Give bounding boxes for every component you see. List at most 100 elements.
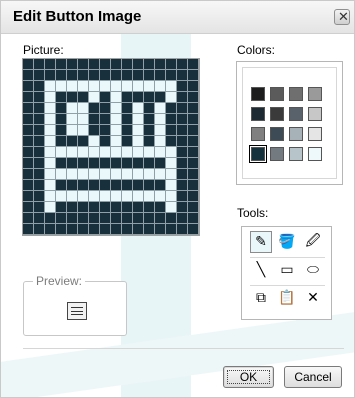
color-swatch[interactable] — [289, 87, 303, 101]
pixel-cell[interactable] — [144, 224, 155, 235]
pixel-cell[interactable] — [34, 114, 45, 125]
pixel-cell[interactable] — [89, 191, 100, 202]
pixel-cell[interactable] — [188, 158, 199, 169]
pixel-cell[interactable] — [122, 158, 133, 169]
pixel-cell[interactable] — [133, 180, 144, 191]
pixel-cell[interactable] — [155, 191, 166, 202]
pixel-cell[interactable] — [67, 224, 78, 235]
pixel-cell[interactable] — [56, 136, 67, 147]
pixel-cell[interactable] — [122, 202, 133, 213]
pixel-cell[interactable] — [177, 103, 188, 114]
pixel-cell[interactable] — [188, 70, 199, 81]
pixel-cell[interactable] — [144, 103, 155, 114]
pixel-cell[interactable] — [89, 103, 100, 114]
color-swatch[interactable] — [270, 107, 284, 121]
pixel-cell[interactable] — [45, 224, 56, 235]
pixel-cell[interactable] — [122, 125, 133, 136]
pixel-cell[interactable] — [67, 169, 78, 180]
copy-tool-button[interactable]: ⧉ — [250, 287, 272, 309]
pixel-cell[interactable] — [100, 213, 111, 224]
ok-button[interactable]: OK — [223, 366, 274, 388]
picture-editor[interactable] — [22, 58, 200, 236]
pixel-cell[interactable] — [34, 70, 45, 81]
pixel-cell[interactable] — [100, 169, 111, 180]
pixel-cell[interactable] — [67, 158, 78, 169]
pixel-cell[interactable] — [155, 59, 166, 70]
pixel-cell[interactable] — [166, 81, 177, 92]
pixel-cell[interactable] — [111, 103, 122, 114]
pixel-cell[interactable] — [45, 180, 56, 191]
pixel-cell[interactable] — [111, 224, 122, 235]
pixel-cell[interactable] — [188, 92, 199, 103]
pixel-cell[interactable] — [111, 180, 122, 191]
pixel-cell[interactable] — [144, 59, 155, 70]
pixel-cell[interactable] — [89, 59, 100, 70]
pixel-cell[interactable] — [122, 191, 133, 202]
pixel-cell[interactable] — [45, 59, 56, 70]
pixel-cell[interactable] — [166, 92, 177, 103]
ellipse-tool-button[interactable]: ⬭ — [302, 259, 324, 281]
pixel-cell[interactable] — [122, 59, 133, 70]
pixel-cell[interactable] — [67, 213, 78, 224]
pixel-cell[interactable] — [34, 213, 45, 224]
color-swatch[interactable] — [251, 107, 265, 121]
pixel-cell[interactable] — [100, 81, 111, 92]
pixel-cell[interactable] — [122, 81, 133, 92]
pixel-cell[interactable] — [111, 202, 122, 213]
pixel-cell[interactable] — [111, 125, 122, 136]
rectangle-tool-button[interactable]: ▭ — [276, 259, 298, 281]
pixel-cell[interactable] — [177, 191, 188, 202]
pixel-cell[interactable] — [133, 103, 144, 114]
pixel-cell[interactable] — [56, 202, 67, 213]
pixel-cell[interactable] — [34, 180, 45, 191]
pixel-cell[interactable] — [133, 114, 144, 125]
pixel-cell[interactable] — [111, 114, 122, 125]
pixel-cell[interactable] — [23, 70, 34, 81]
pixel-cell[interactable] — [56, 114, 67, 125]
pixel-cell[interactable] — [166, 103, 177, 114]
color-swatch[interactable] — [308, 147, 322, 161]
pixel-cell[interactable] — [78, 103, 89, 114]
pixel-cell[interactable] — [122, 92, 133, 103]
pixel-cell[interactable] — [100, 147, 111, 158]
pixel-cell[interactable] — [89, 169, 100, 180]
pixel-cell[interactable] — [67, 81, 78, 92]
pixel-cell[interactable] — [177, 92, 188, 103]
pixel-cell[interactable] — [122, 114, 133, 125]
pixel-cell[interactable] — [78, 81, 89, 92]
pixel-cell[interactable] — [111, 81, 122, 92]
pixel-cell[interactable] — [188, 213, 199, 224]
pixel-cell[interactable] — [144, 147, 155, 158]
pixel-cell[interactable] — [78, 169, 89, 180]
pixel-cell[interactable] — [133, 202, 144, 213]
pixel-cell[interactable] — [122, 213, 133, 224]
pixel-cell[interactable] — [155, 202, 166, 213]
color-swatch[interactable] — [289, 107, 303, 121]
pixel-cell[interactable] — [166, 114, 177, 125]
pixel-cell[interactable] — [78, 136, 89, 147]
pixel-cell[interactable] — [144, 70, 155, 81]
pixel-cell[interactable] — [56, 169, 67, 180]
pixel-cell[interactable] — [100, 103, 111, 114]
pixel-cell[interactable] — [89, 114, 100, 125]
pixel-cell[interactable] — [166, 158, 177, 169]
pixel-cell[interactable] — [188, 224, 199, 235]
pixel-cell[interactable] — [56, 213, 67, 224]
pixel-cell[interactable] — [89, 147, 100, 158]
pixel-cell[interactable] — [100, 136, 111, 147]
pixel-cell[interactable] — [122, 136, 133, 147]
pixel-cell[interactable] — [89, 202, 100, 213]
pixel-cell[interactable] — [56, 147, 67, 158]
pixel-cell[interactable] — [188, 125, 199, 136]
pixel-cell[interactable] — [100, 125, 111, 136]
pixel-cell[interactable] — [23, 92, 34, 103]
pixel-cell[interactable] — [177, 224, 188, 235]
pixel-cell[interactable] — [144, 213, 155, 224]
pixel-cell[interactable] — [177, 213, 188, 224]
pixel-cell[interactable] — [100, 70, 111, 81]
pixel-cell[interactable] — [166, 136, 177, 147]
pixel-cell[interactable] — [56, 125, 67, 136]
pixel-cell[interactable] — [188, 114, 199, 125]
pixel-cell[interactable] — [89, 136, 100, 147]
pixel-cell[interactable] — [155, 70, 166, 81]
